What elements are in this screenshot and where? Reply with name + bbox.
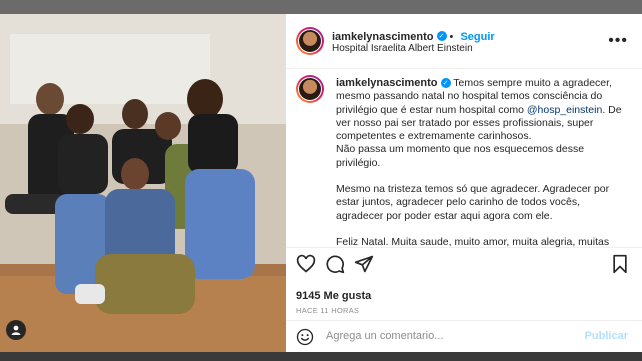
more-horizontal-icon[interactable]: ••• [608, 32, 628, 50]
verified-icon: ✓ [440, 78, 451, 89]
user-tag-icon[interactable] [6, 320, 26, 340]
caption-part1-line2: Não passa um momento que nos esquecemos … [336, 143, 585, 169]
follow-button[interactable]: Seguir [460, 31, 494, 43]
post-panel: iamkelynascimento ✓ • Seguir Hospital Isr… [286, 14, 642, 352]
bookmark-icon[interactable] [610, 254, 630, 274]
page-backdrop-top [0, 0, 642, 14]
page-backdrop-bottom [0, 352, 642, 361]
emoji-icon[interactable] [296, 328, 314, 346]
comment-bar: Publicar [286, 320, 642, 353]
author-avatar[interactable] [296, 27, 324, 55]
post-photo-image [0, 14, 286, 352]
post-header: iamkelynascimento ✓ • Seguir Hospital Isr… [286, 14, 642, 69]
caption-scroll-area[interactable]: iamkelynascimento ✓ Temos sempre muito a … [286, 69, 642, 247]
caption-part2: Mesmo na tristeza temos só que agradecer… [336, 183, 610, 222]
likes-label: Me gusta [323, 290, 372, 302]
likes-count[interactable]: 9145 Me gusta [296, 290, 371, 302]
verified-icon: ✓ [436, 30, 447, 41]
post-location[interactable]: Hospital Israelita Albert Einstein [332, 43, 473, 54]
post-photo[interactable] [0, 14, 286, 352]
caption-text: iamkelynascimento ✓ Temos sempre muito a … [336, 77, 626, 247]
caption-username[interactable]: iamkelynascimento [336, 77, 438, 89]
heart-icon[interactable] [296, 254, 316, 274]
comment-icon[interactable] [325, 254, 345, 274]
share-icon[interactable] [354, 254, 374, 274]
caption-mention-link[interactable]: @hosp_einstein [527, 104, 602, 116]
publish-button[interactable]: Publicar [585, 330, 628, 342]
author-username[interactable]: iamkelynascimento [332, 31, 434, 43]
comment-input[interactable] [324, 329, 578, 343]
caption-part3: Feliz Natal. Muita saude, muito amor, mu… [336, 235, 610, 247]
post-timestamp[interactable]: HACE 11 HORAS [296, 306, 359, 315]
post-actions [286, 247, 642, 280]
likes-number: 9145 [296, 290, 321, 302]
caption-author-avatar[interactable] [296, 75, 324, 103]
